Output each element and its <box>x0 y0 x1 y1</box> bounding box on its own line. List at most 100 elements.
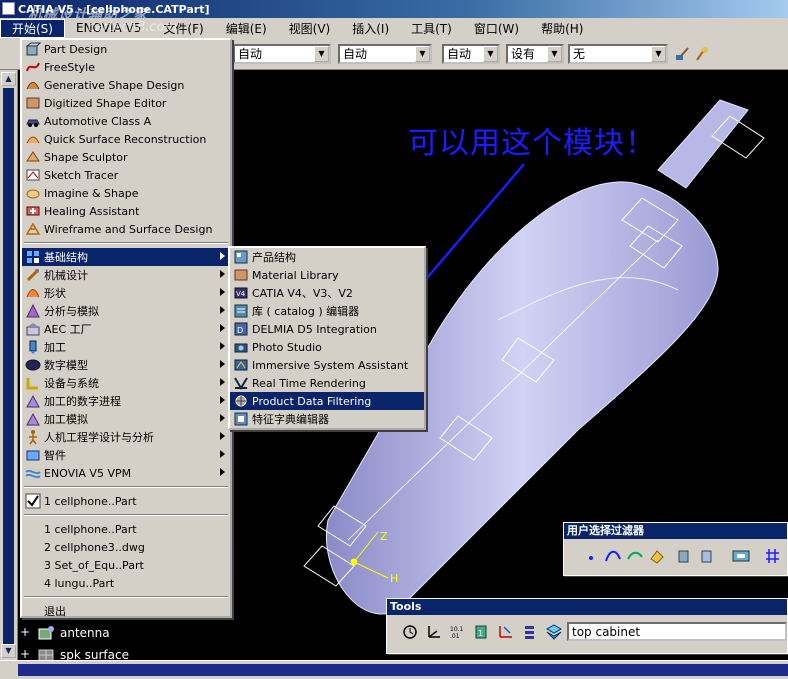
hash-filter-icon[interactable] <box>764 547 782 565</box>
menu-category-enovia[interactable]: ENOVIA V5 VPM <box>22 464 230 482</box>
material-combo[interactable]: 无 ▼ <box>568 44 668 64</box>
paint-brush-icon[interactable] <box>674 46 690 62</box>
catalog-browser-icon[interactable]: 1 <box>473 623 491 641</box>
menu-category-digital-process[interactable]: 加工的数字进程 <box>22 392 230 410</box>
immersive-icon <box>234 359 248 371</box>
menu-category-equipment[interactable]: 设备与系统 <box>22 374 230 392</box>
menu-category-shape[interactable]: 形状 <box>22 284 230 302</box>
combo-value: 设有 <box>511 47 536 61</box>
submenu-item-immersive[interactable]: Immersive System Assistant <box>230 356 424 374</box>
menu-item-imagine-shape[interactable]: Imagine & Shape <box>22 184 230 202</box>
menu-item-label: 产品结构 <box>252 251 296 264</box>
menu-recent-checked[interactable]: 1 cellphone..Part <box>22 492 230 510</box>
menu-category-knowledgeware[interactable]: 智件 <box>22 446 230 464</box>
menu-item-label: Imagine & Shape <box>44 186 139 200</box>
point-filter-icon[interactable] <box>582 547 600 565</box>
menu-help[interactable]: 帮助(H) <box>530 20 594 37</box>
submenu-item-feature-dictionary[interactable]: 特征字典编辑器 <box>230 410 424 428</box>
menu-category-analysis[interactable]: 分析与模拟 <box>22 302 230 320</box>
shape-icon <box>26 289 40 298</box>
line-weight-combo[interactable]: 自动 ▼ <box>338 44 432 64</box>
menu-item-shape-sculptor[interactable]: Shape Sculptor <box>22 148 230 166</box>
submenu-item-photo-studio[interactable]: Photo Studio <box>230 338 424 356</box>
menu-item-part-design[interactable]: Part Design <box>22 40 230 58</box>
update-icon[interactable] <box>401 623 419 641</box>
menu-exit[interactable]: 退出 <box>22 602 230 620</box>
render-combo[interactable]: 设有 ▼ <box>506 44 564 64</box>
dropdown-arrow-icon[interactable]: ▼ <box>547 46 562 62</box>
submenu-item-data-filtering[interactable]: Product Data Filtering <box>230 392 424 410</box>
dropdown-arrow-icon[interactable]: ▼ <box>651 46 666 62</box>
submenu-arrow-icon <box>220 342 225 350</box>
menu-item-wireframe[interactable]: Wireframe and Surface Design <box>22 220 230 238</box>
current-body-combo[interactable]: top cabinet <box>567 622 787 641</box>
catia-app-icon <box>2 2 15 15</box>
photo-studio-icon <box>234 343 248 353</box>
submenu-arrow-icon <box>220 468 225 476</box>
submenu-item-product-structure[interactable]: 产品结构 <box>230 248 424 266</box>
menu-tools[interactable]: 工具(T) <box>400 20 463 37</box>
work-object-icon[interactable] <box>545 623 563 641</box>
feature-dictionary-icon <box>234 412 248 426</box>
expand-icon[interactable]: + <box>20 626 32 639</box>
layer-stack-icon[interactable] <box>521 623 539 641</box>
delmia-icon: D <box>234 322 248 336</box>
volume-filter-icon[interactable] <box>648 547 666 565</box>
knowledgeware-icon <box>26 450 40 461</box>
menu-category-ergonomics[interactable]: 人机工程学设计与分析 <box>22 428 230 446</box>
binary-display-icon[interactable]: 10.1.01 <box>449 623 467 641</box>
menu-view[interactable]: 视图(V) <box>278 20 342 37</box>
menu-item-generative-shape[interactable]: Generative Shape Design <box>22 76 230 94</box>
menu-window[interactable]: 窗口(W) <box>463 20 530 37</box>
menu-start[interactable]: 开始(S) <box>0 18 65 38</box>
format-painter-icon[interactable] <box>694 46 710 62</box>
menu-category-infrastructure[interactable]: 基础结构 <box>22 248 230 266</box>
menu-recent-file[interactable]: 2 cellphone3..dwg <box>22 538 230 556</box>
layer-combo[interactable]: 自动 ▼ <box>442 44 500 64</box>
dropdown-arrow-icon[interactable]: ▼ <box>415 46 430 62</box>
menu-recent-file[interactable]: 4 lungu..Part <box>22 574 230 592</box>
line-type-combo[interactable]: 自动 ▼ <box>233 44 331 64</box>
submenu-item-catia-v4[interactable]: V4 CATIA V4、V3、V2 <box>230 284 424 302</box>
scroll-down-icon[interactable]: ▼ <box>1 644 16 658</box>
product-structure-icon <box>234 250 248 264</box>
sketch-axis-icon[interactable] <box>497 623 515 641</box>
menu-item-label: 3 Set_of_Equ..Part <box>44 558 144 572</box>
dropdown-arrow-icon[interactable]: ▼ <box>483 46 498 62</box>
submenu-item-rendering[interactable]: Real Time Rendering <box>230 374 424 392</box>
menu-category-aec[interactable]: AEC 工厂 <box>22 320 230 338</box>
menu-insert[interactable]: 插入(I) <box>341 20 400 37</box>
submenu-item-catalog-editor[interactable]: 库 ( catalog ) 编辑器 <box>230 302 424 320</box>
submenu-item-material-library[interactable]: Material Library <box>230 266 424 284</box>
surface-filter-icon[interactable] <box>626 547 644 565</box>
horizontal-scroll-track[interactable] <box>18 664 788 676</box>
curve-filter-icon[interactable] <box>604 547 622 565</box>
imagine-shape-icon <box>26 189 40 199</box>
menu-item-label: 特征字典编辑器 <box>252 413 329 426</box>
vertical-scrollbar[interactable]: ▲ ▼ <box>0 70 18 660</box>
scroll-up-icon[interactable]: ▲ <box>1 72 16 86</box>
menu-category-digital-mockup[interactable]: 数字模型 <box>22 356 230 374</box>
menu-recent-file[interactable]: 1 cellphone..Part <box>22 520 230 538</box>
menu-item-healing[interactable]: Healing Assistant <box>22 202 230 220</box>
dropdown-arrow-icon[interactable]: ▼ <box>314 46 329 62</box>
menu-category-machining[interactable]: 加工 <box>22 338 230 356</box>
menu-recent-file[interactable]: 3 Set_of_Equ..Part <box>22 556 230 574</box>
submenu-arrow-icon <box>220 306 225 314</box>
menu-item-quick-surface[interactable]: Quick Surface Reconstruction <box>22 130 230 148</box>
feature-filter-icon[interactable] <box>676 547 694 565</box>
axis-system-icon[interactable] <box>425 623 443 641</box>
menu-item-freestyle[interactable]: FreeStyle <box>22 58 230 76</box>
menu-item-label: 设备与系统 <box>44 377 99 390</box>
menu-item-sketch-tracer[interactable]: Sketch Tracer <box>22 166 230 184</box>
tool-filter-icon[interactable] <box>730 547 754 565</box>
geometry-filter-icon[interactable] <box>698 547 716 565</box>
menu-category-machining-sim[interactable]: 加工模拟 <box>22 410 230 428</box>
submenu-item-delmia[interactable]: D DELMIA D5 Integration <box>230 320 424 338</box>
menu-item-digitized-shape[interactable]: Digitized Shape Editor <box>22 94 230 112</box>
menu-edit[interactable]: 编辑(E) <box>215 20 278 37</box>
scroll-track[interactable] <box>3 88 14 648</box>
tree-item[interactable]: + antenna <box>20 622 129 644</box>
menu-category-mechanical[interactable]: 机械设计 <box>22 266 230 284</box>
menu-item-automotive[interactable]: Automotive Class A <box>22 112 230 130</box>
